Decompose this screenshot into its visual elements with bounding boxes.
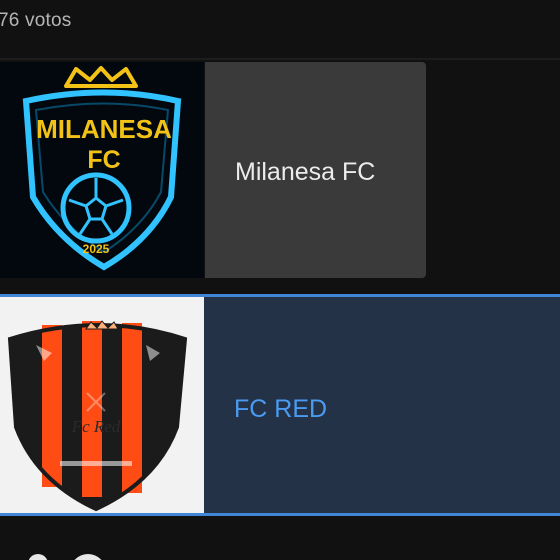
votes-count: 76 votos [0,10,72,31]
stripe-1 [42,325,62,487]
option-result-area [426,62,560,278]
logo-banner [60,461,132,466]
logo-script-text: Fc Red [71,417,121,436]
stripe-3 [122,323,142,493]
stripe-2 [82,321,102,497]
partial-glyph-1 [28,554,48,560]
poll-option-label: Milanesa FC [235,158,376,186]
fc-red-logo: Fc Red [0,297,204,513]
poll-option-fc-red[interactable]: Fc Red FC RED [0,294,560,516]
poll-option-milanesa-fc[interactable]: MILANESA FC 2025 Milanesa FC [0,60,560,280]
next-item-area [0,516,560,560]
poll-option-label: FC RED [234,395,328,423]
poll-option-label-box[interactable]: Milanesa FC [205,62,426,278]
fc-red-crest-icon: Fc Red [0,297,204,513]
milanesa-fc-logo: MILANESA FC 2025 [0,62,204,278]
milanesa-fc-crest-icon: MILANESA FC 2025 [0,62,204,278]
crown-icon [85,320,119,330]
partial-glyph-2 [70,554,106,560]
logo-year-text: 2025 [83,242,110,256]
logo-name-text: MILANESA [36,114,172,144]
poll-card: 76 votos MILANESA FC 2025 Milanesa FC Fc… [0,0,560,560]
logo-fc-text: FC [87,146,120,174]
